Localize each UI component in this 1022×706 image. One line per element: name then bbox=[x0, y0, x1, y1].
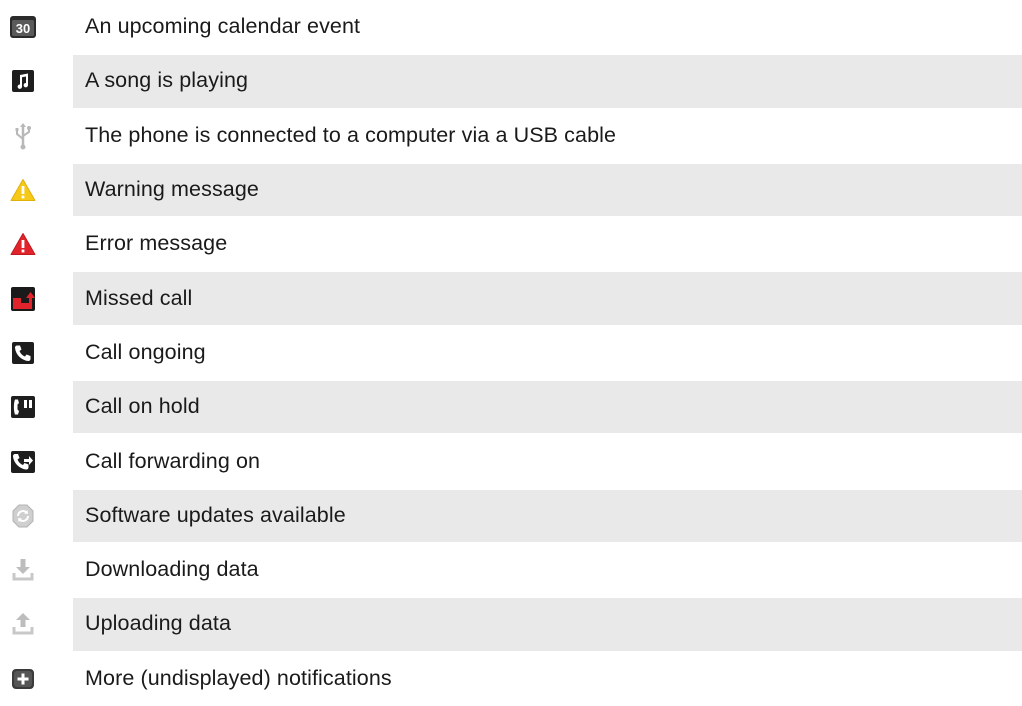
music-note-icon bbox=[8, 66, 38, 96]
list-item: Error message bbox=[0, 217, 1022, 271]
calendar-icon: 30 bbox=[8, 12, 38, 42]
list-item: Missed call bbox=[0, 271, 1022, 325]
notification-icon-list: 30 An upcoming calendar event A song is … bbox=[0, 0, 1022, 706]
list-item-label: Software updates available bbox=[85, 502, 346, 527]
list-item: Uploading data bbox=[0, 597, 1022, 651]
call-hold-icon bbox=[8, 392, 38, 422]
list-item: The phone is connected to a computer via… bbox=[0, 109, 1022, 163]
list-item-label: An upcoming calendar event bbox=[85, 14, 361, 39]
list-item: Call forwarding on bbox=[0, 434, 1022, 488]
list-item: Warning message bbox=[0, 163, 1022, 217]
list-item-label: A song is playing bbox=[85, 68, 249, 93]
list-item: Call ongoing bbox=[0, 326, 1022, 380]
list-item-label: Call forwarding on bbox=[85, 448, 261, 473]
list-item-label: Call ongoing bbox=[85, 339, 206, 364]
list-item-label: Uploading data bbox=[85, 611, 232, 636]
list-item-label: More (undisplayed) notifications bbox=[85, 665, 392, 690]
list-item-label: Call on hold bbox=[85, 394, 200, 419]
list-item: Software updates available bbox=[0, 489, 1022, 543]
usb-icon bbox=[8, 121, 38, 151]
sync-icon bbox=[8, 501, 38, 531]
upload-icon bbox=[8, 609, 38, 639]
list-item-label: Missed call bbox=[85, 285, 193, 310]
download-icon bbox=[8, 555, 38, 585]
missed-call-icon bbox=[8, 284, 38, 314]
list-item-label: The phone is connected to a computer via… bbox=[85, 122, 617, 147]
list-item: 30 An upcoming calendar event bbox=[0, 0, 1022, 54]
list-item-label: Error message bbox=[85, 231, 228, 256]
list-item: Downloading data bbox=[0, 543, 1022, 597]
call-forward-icon bbox=[8, 447, 38, 477]
error-icon bbox=[8, 229, 38, 259]
list-item-label: Warning message bbox=[85, 177, 259, 202]
list-item: A song is playing bbox=[0, 54, 1022, 108]
warning-icon bbox=[8, 175, 38, 205]
list-item-label: Downloading data bbox=[85, 557, 259, 582]
svg-text:30: 30 bbox=[16, 21, 30, 36]
list-item: More (undisplayed) notifications bbox=[0, 652, 1022, 706]
phone-icon bbox=[8, 338, 38, 368]
plus-icon bbox=[8, 664, 38, 694]
list-item: Call on hold bbox=[0, 380, 1022, 434]
